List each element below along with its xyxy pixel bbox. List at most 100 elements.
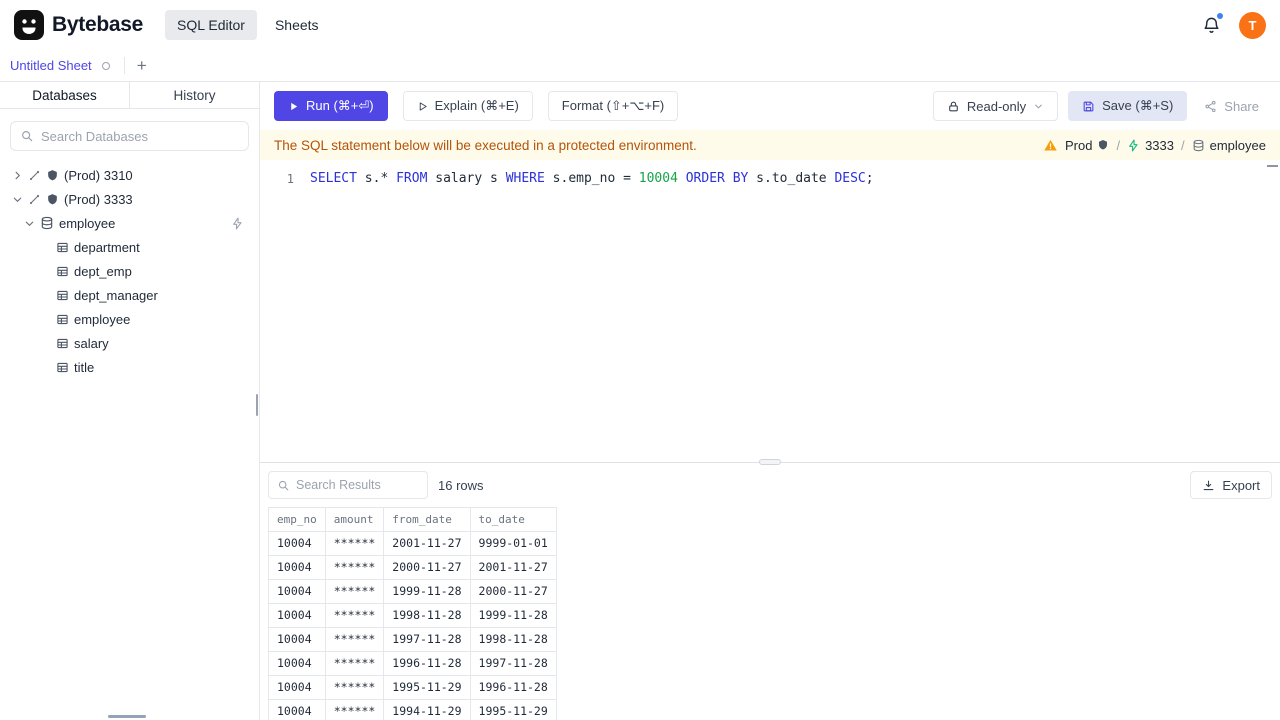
table-cell: 2001-11-27 — [469, 555, 557, 580]
nav-item-sql-editor[interactable]: SQL Editor — [164, 10, 257, 40]
tree-item-label: employee — [74, 311, 131, 327]
table-icon — [56, 313, 69, 326]
table-icon — [56, 361, 69, 374]
table-cell: 2001-11-27 — [383, 531, 471, 556]
tab-databases[interactable]: Databases — [0, 82, 130, 108]
table-icon — [56, 337, 69, 350]
sidebar-resize-handle[interactable] — [256, 394, 258, 416]
results-header-row: emp_no amount from_date to_date — [268, 507, 557, 532]
sheet-tab-untitled[interactable]: Untitled Sheet — [2, 50, 122, 81]
tree-item-department[interactable]: department — [0, 235, 259, 259]
sql-token: ; — [865, 171, 874, 186]
table-row: 10004 ****** 1994-11-29 1995-11-29 — [268, 699, 557, 720]
sql-token: BY — [732, 171, 749, 186]
bytebase-logo-icon — [14, 10, 44, 40]
table-cell: 1998-11-28 — [469, 627, 557, 652]
tree-item-label: salary — [74, 335, 109, 351]
environment-badge: Prod — [1065, 138, 1109, 153]
engine-icon — [46, 193, 59, 206]
caret-down-icon[interactable] — [24, 218, 35, 229]
sql-token: s.to_date — [748, 171, 835, 186]
save-button[interactable]: Save (⌘+S) — [1068, 91, 1188, 121]
tree-item-label: dept_manager — [74, 287, 158, 303]
sidebar-hscrollbar-thumb[interactable] — [108, 715, 146, 718]
sql-editor[interactable]: 1 SELECT s.* FROM salary s WHERE s.emp_n… — [260, 160, 1280, 462]
share-icon — [1204, 100, 1217, 113]
database-search-input[interactable] — [41, 128, 239, 144]
table-cell: ****** — [324, 579, 385, 604]
sql-token: salary s — [427, 171, 506, 186]
warning-triangle-icon — [1043, 138, 1058, 153]
column-header-amount: amount — [324, 507, 385, 532]
tree-item-dept-manager[interactable]: dept_manager — [0, 283, 259, 307]
table-icon — [56, 265, 69, 278]
lock-icon — [947, 100, 960, 113]
app-logo: Bytebase — [14, 10, 143, 40]
table-row: 10004 ****** 1995-11-29 1996-11-28 — [268, 675, 557, 700]
tree-item-prod-3310[interactable]: (Prod) 3310 — [0, 163, 259, 187]
results-search-box[interactable] — [268, 471, 428, 499]
caret-right-icon[interactable] — [12, 170, 23, 181]
explain-button[interactable]: Explain (⌘+E) — [402, 91, 533, 121]
chevron-down-icon — [1033, 101, 1044, 112]
sql-token: 10004 — [638, 171, 678, 186]
table-row: 10004 ****** 1999-11-28 2000-11-27 — [268, 579, 557, 604]
caret-down-icon[interactable] — [12, 194, 23, 205]
download-icon — [1202, 479, 1215, 492]
tree-item-prod-3333[interactable]: (Prod) 3333 — [0, 187, 259, 211]
environment-label: Prod — [1064, 137, 1093, 153]
protected-shield-icon — [1097, 139, 1109, 151]
tree-item-label: title — [74, 359, 95, 375]
sidebar-tabs: Databases History — [0, 82, 259, 109]
sql-token: s.emp_no = — [544, 171, 639, 186]
save-button-label: Save (⌘+S) — [1102, 98, 1174, 113]
table-cell: 1996-11-28 — [469, 675, 557, 700]
table-cell: 1999-11-28 — [469, 603, 557, 628]
connection-context: Prod / 3333 / employee — [1043, 138, 1266, 153]
export-button-label: Export — [1222, 477, 1260, 493]
format-button[interactable]: Format (⇧+⌥+F) — [547, 91, 679, 121]
tree-item-dept-emp[interactable]: dept_emp — [0, 259, 259, 283]
schema-diagram-icon[interactable] — [231, 217, 244, 230]
table-cell: 10004 — [268, 579, 326, 604]
database-selector[interactable]: employee — [1192, 138, 1266, 153]
table-row: 10004 ****** 1998-11-28 1999-11-28 — [268, 603, 557, 628]
database-search-box[interactable] — [10, 121, 249, 151]
context-separator: / — [1181, 137, 1185, 153]
instance-selector[interactable]: 3333 — [1127, 138, 1174, 153]
brand-name: Bytebase — [52, 13, 143, 36]
app-window: Bytebase SQL Editor Sheets T Untitled Sh… — [0, 0, 1280, 720]
tab-history[interactable]: History — [130, 82, 259, 108]
new-sheet-button[interactable]: + — [127, 50, 157, 81]
table-cell: 10004 — [268, 651, 326, 676]
tree-item-label: dept_emp — [74, 263, 132, 279]
results-panel: 16 rows Export emp_noamountfrom_dateto_d… — [260, 459, 1280, 720]
user-avatar[interactable]: T — [1239, 11, 1266, 39]
tree-item-title[interactable]: title — [0, 355, 259, 379]
export-button[interactable]: Export — [1190, 471, 1272, 499]
panel-resize-handle[interactable] — [759, 459, 781, 465]
results-search-input[interactable] — [296, 478, 419, 492]
results-table-wrap: emp_no amount from_date to_date 10004 ******… — [260, 507, 1280, 720]
main-panel: Run (⌘+⏎) Explain (⌘+E) Format (⇧+⌥+F) R… — [260, 82, 1280, 720]
table-cell: 1994-11-29 — [383, 699, 471, 720]
column-header-to_date: to_date — [469, 507, 557, 532]
table-cell: ****** — [324, 651, 385, 676]
share-button[interactable]: Share — [1197, 91, 1266, 121]
tree-item-salary[interactable]: salary — [0, 331, 259, 355]
sql-token: s.* — [356, 171, 397, 186]
readonly-mode-dropdown[interactable]: Read-only — [932, 91, 1059, 121]
table-cell: ****** — [324, 699, 385, 720]
save-icon — [1082, 100, 1095, 113]
notifications-button[interactable] — [1202, 12, 1223, 35]
nav-item-sheets[interactable]: Sheets — [263, 10, 331, 40]
table-cell: ****** — [324, 555, 385, 580]
tree-item-employee[interactable]: employee — [0, 307, 259, 331]
sql-code-content: SELECT s.* FROM salary s WHERE s.emp_no … — [310, 171, 874, 186]
run-button[interactable]: Run (⌘+⏎) — [274, 91, 388, 121]
column-header-emp_no: emp_no — [268, 507, 326, 532]
results-toolbar: 16 rows Export — [260, 463, 1280, 507]
tree-item-employee[interactable]: employee — [0, 211, 259, 235]
table-cell: 1996-11-28 — [383, 651, 471, 676]
